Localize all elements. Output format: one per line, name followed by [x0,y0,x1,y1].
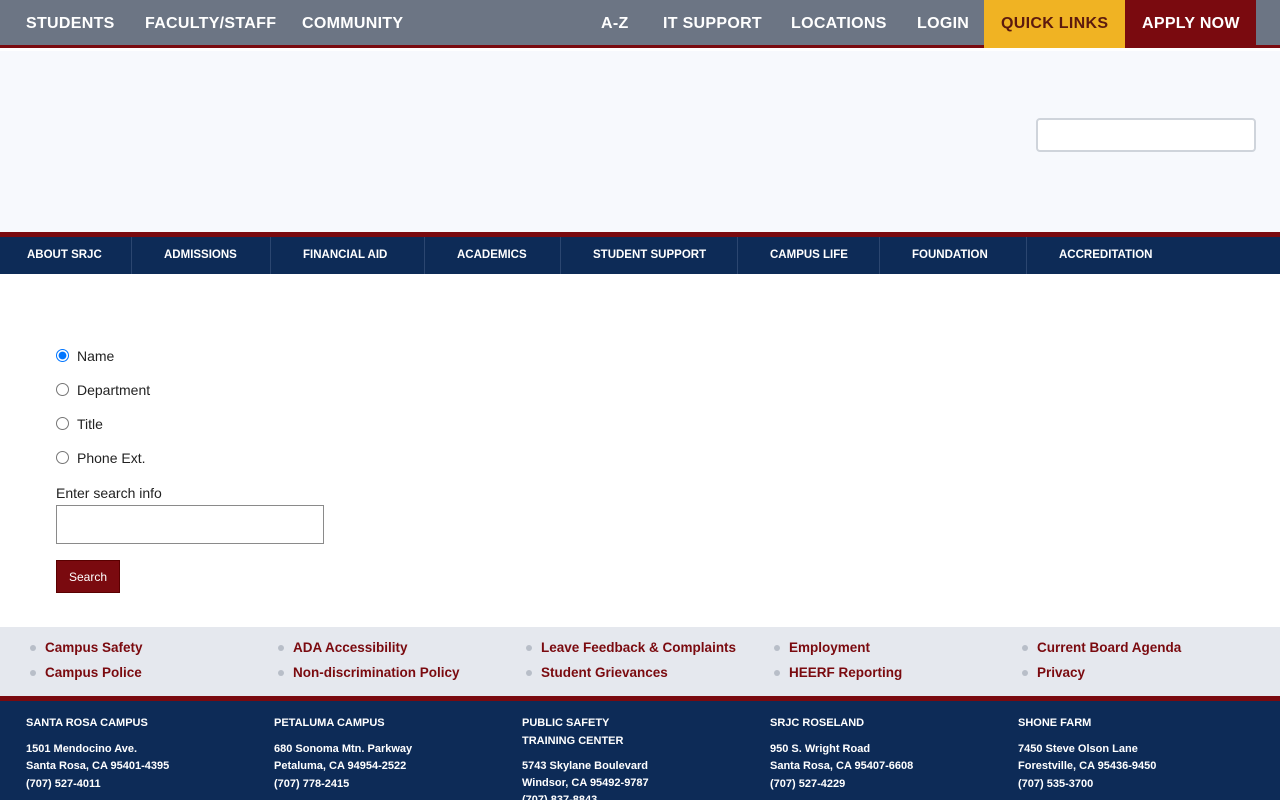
topbar-link-a-z[interactable]: A-Z [601,0,629,48]
radio-label: Department [77,382,151,398]
radio-label: Title [77,416,103,432]
footer-link-campus-police[interactable]: Campus Police [45,664,142,682]
site-search-input[interactable] [1036,118,1256,152]
nav-item-campus-life[interactable]: CAMPUS LIFE [770,237,848,274]
bullet-icon [526,670,532,676]
campus-phone[interactable]: (707) 527-4229 [770,776,845,793]
site-header [0,51,1280,232]
nav-item-student-support[interactable]: STUDENT SUPPORT [593,237,706,274]
search-info-input[interactable] [56,505,324,544]
search-info-label: Enter search info [56,485,162,501]
campus-name: PUBLIC SAFETY [522,717,610,729]
bullet-icon [1022,645,1028,651]
apply-now-button[interactable]: APPLY NOW [1125,0,1256,48]
bullet-icon [278,670,284,676]
utility-bar: STUDENTS FACULTY/STAFF COMMUNITY A-Z IT … [0,0,1280,48]
campus-name: PETALUMA CAMPUS [274,717,385,729]
campus-address: 7450 Steve Olson Lane [1018,743,1138,755]
footer-link-feedback-complaints[interactable]: Leave Feedback & Complaints [541,639,736,657]
campus-address: 680 Sonoma Mtn. Parkway [274,743,413,755]
campus-city: Forestville, CA 95436-9450 [1018,760,1157,772]
nav-divider [879,237,880,274]
radio-title[interactable] [56,417,69,430]
footer-link-privacy[interactable]: Privacy [1037,664,1085,682]
nav-divider [131,237,132,274]
nav-item-academics[interactable]: ACADEMICS [457,237,527,274]
radio-department[interactable] [56,383,69,396]
campus-phone[interactable]: (707) 527-4011 [26,776,101,793]
footer-link-non-discrimination[interactable]: Non-discrimination Policy [293,664,460,682]
footer-link-ada-accessibility[interactable]: ADA Accessibility [293,639,408,657]
campus-name: SHONE FARM [1018,717,1092,729]
campus-name: SRJC ROSELAND [770,717,865,729]
nav-item-about-srjc[interactable]: ABOUT SRJC [27,237,102,274]
footer-link-student-grievances[interactable]: Student Grievances [541,664,668,682]
bullet-icon [774,670,780,676]
bullet-icon [278,645,284,651]
campus-city: Santa Rosa, CA 95407-6608 [770,760,914,772]
campus-address: 5743 Skylane Boulevard [522,760,648,772]
nav-item-admissions[interactable]: ADMISSIONS [164,237,237,274]
nav-divider [560,237,561,274]
footer-link-heerf-reporting[interactable]: HEERF Reporting [789,664,902,682]
footer-links: Campus Safety Campus Police ADA Accessib… [0,627,1280,696]
footer-link-campus-safety[interactable]: Campus Safety [45,639,143,657]
quick-links-button[interactable]: QUICK LINKS [984,0,1125,48]
campus-city: Santa Rosa, CA 95401-4395 [26,760,170,772]
campus-address: 950 S. Wright Road [770,743,871,755]
topbar-link-students[interactable]: STUDENTS [26,0,115,48]
campus-city: Windsor, CA 95492-9787 [522,777,649,789]
radio-name[interactable] [56,349,69,362]
topbar-link-login[interactable]: LOGIN [917,0,969,48]
nav-divider [270,237,271,274]
nav-divider [424,237,425,274]
radio-phone-ext[interactable] [56,451,69,464]
nav-item-financial-aid[interactable]: FINANCIAL AID [303,237,387,274]
nav-divider [1026,237,1027,274]
campus-name-line-2: TRAINING CENTER [522,735,624,747]
topbar-link-it-support[interactable]: IT SUPPORT [663,0,762,48]
nav-item-foundation[interactable]: FOUNDATION [912,237,988,274]
nav-item-accreditation[interactable]: ACCREDITATION [1059,237,1152,274]
campus-phone[interactable]: (707) 837-8843 [522,792,597,800]
bullet-icon [774,645,780,651]
footer-link-employment[interactable]: Employment [789,639,870,657]
radio-label: Name [77,348,115,364]
campus-phone[interactable]: (707) 778-2415 [274,776,349,793]
footer-link-board-agenda[interactable]: Current Board Agenda [1037,639,1181,657]
campus-name: SANTA ROSA CAMPUS [26,717,148,729]
campus-phone[interactable]: (707) 535-3700 [1018,776,1093,793]
nav-divider [737,237,738,274]
bullet-icon [30,645,36,651]
radio-label: Phone Ext. [77,450,146,466]
search-button[interactable]: Search [56,560,120,593]
topbar-link-community[interactable]: COMMUNITY [302,0,403,48]
main-nav: ABOUT SRJC ADMISSIONS FINANCIAL AID ACAD… [0,232,1280,274]
topbar-link-faculty-staff[interactable]: FACULTY/STAFF [145,0,276,48]
campus-city: Petaluma, CA 94954-2522 [274,760,407,772]
topbar-link-locations[interactable]: LOCATIONS [791,0,887,48]
bullet-icon [526,645,532,651]
bullet-icon [1022,670,1028,676]
campus-locations: SANTA ROSA CAMPUS 1501 Mendocino Ave. Sa… [0,696,1280,800]
campus-address: 1501 Mendocino Ave. [26,743,138,755]
bullet-icon [30,670,36,676]
